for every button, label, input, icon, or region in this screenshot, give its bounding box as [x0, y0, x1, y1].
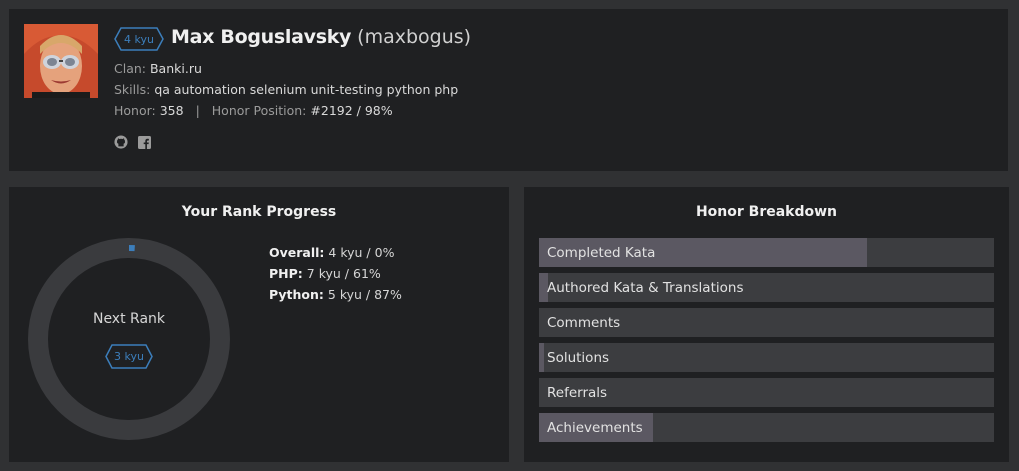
honor-breakdown-panel: Honor Breakdown Completed Kata Authored …: [524, 187, 1009, 462]
rank-progress-ring: [28, 238, 230, 440]
rank-progress-panel: Your Rank Progress Next Rank 3 kyu Overa…: [9, 187, 509, 462]
honor-bar-achievements[interactable]: Achievements: [539, 413, 994, 442]
honor-position-value: #2192 / 98%: [310, 103, 393, 118]
skills-row: Skills: qa automation selenium unit-test…: [114, 82, 458, 97]
next-rank-badge: 3 kyu: [105, 344, 153, 369]
honor-breakdown-title: Honor Breakdown: [695, 204, 838, 220]
honor-label: Honor:: [114, 103, 156, 118]
rank-row-python: Python: 5 kyu / 87%: [269, 284, 402, 305]
rank-row-label: Python:: [269, 287, 324, 302]
bar-label: Achievements: [547, 420, 643, 436]
skills-label: Skills:: [114, 82, 151, 97]
rank-row-label: PHP:: [269, 266, 303, 281]
profile-panel: 4 kyu Max Boguslavsky (maxbogus) Clan: B…: [9, 9, 1008, 171]
clan-value: Banki.ru: [149, 61, 202, 76]
honor-value: 358: [159, 103, 184, 118]
bar-label: Completed Kata: [547, 245, 656, 261]
display-name: Max Boguslavsky: [171, 26, 352, 48]
username: (maxbogus): [357, 26, 472, 48]
skills-value: qa automation selenium unit-testing pyth…: [154, 82, 459, 97]
bar-label: Solutions: [547, 350, 610, 366]
honor-row: Honor: 358 | Honor Position: #2192 / 98%: [114, 103, 393, 118]
rank-row-value: 5 kyu / 87%: [327, 287, 402, 302]
honor-position-label: Honor Position:: [211, 103, 307, 118]
rank-row-value: 4 kyu / 0%: [328, 245, 395, 260]
rank-badge: 4 kyu: [114, 27, 164, 51]
ring-track: [28, 238, 230, 440]
honor-bar-solutions[interactable]: Solutions: [539, 343, 994, 372]
bar-label: Referrals: [547, 385, 608, 401]
rank-list: Overall: 4 kyu / 0% PHP: 7 kyu / 61% Pytho…: [269, 242, 402, 305]
bar-fill: [539, 343, 544, 372]
honor-bar-authored-kata[interactable]: Authored Kata & Translations: [539, 273, 994, 302]
bar-label: Comments: [547, 315, 621, 331]
github-icon[interactable]: [114, 134, 128, 153]
clan-label: Clan:: [114, 61, 146, 76]
honor-bar-comments[interactable]: Comments: [539, 308, 994, 337]
avatar[interactable]: [24, 24, 98, 98]
next-rank-badge-label: 3 kyu: [114, 350, 144, 363]
rank-row-value: 7 kyu / 61%: [306, 266, 381, 281]
clan-row: Clan: Banki.ru: [114, 61, 202, 76]
rank-row-php: PHP: 7 kyu / 61%: [269, 263, 402, 284]
rank-row-label: Overall:: [269, 245, 325, 260]
profile-name: Max Boguslavsky (maxbogus): [171, 26, 471, 48]
rank-progress-title: Your Rank Progress: [181, 204, 337, 220]
bar-label: Authored Kata & Translations: [547, 280, 744, 296]
honor-bar-referrals[interactable]: Referrals: [539, 378, 994, 407]
honor-bar-completed-kata[interactable]: Completed Kata: [539, 238, 994, 267]
rank-row-overall: Overall: 4 kyu / 0%: [269, 242, 402, 263]
facebook-icon[interactable]: [138, 134, 151, 153]
rank-badge-label: 4 kyu: [124, 32, 154, 46]
next-rank-label: Next Rank: [92, 311, 166, 327]
separator: |: [195, 103, 200, 118]
